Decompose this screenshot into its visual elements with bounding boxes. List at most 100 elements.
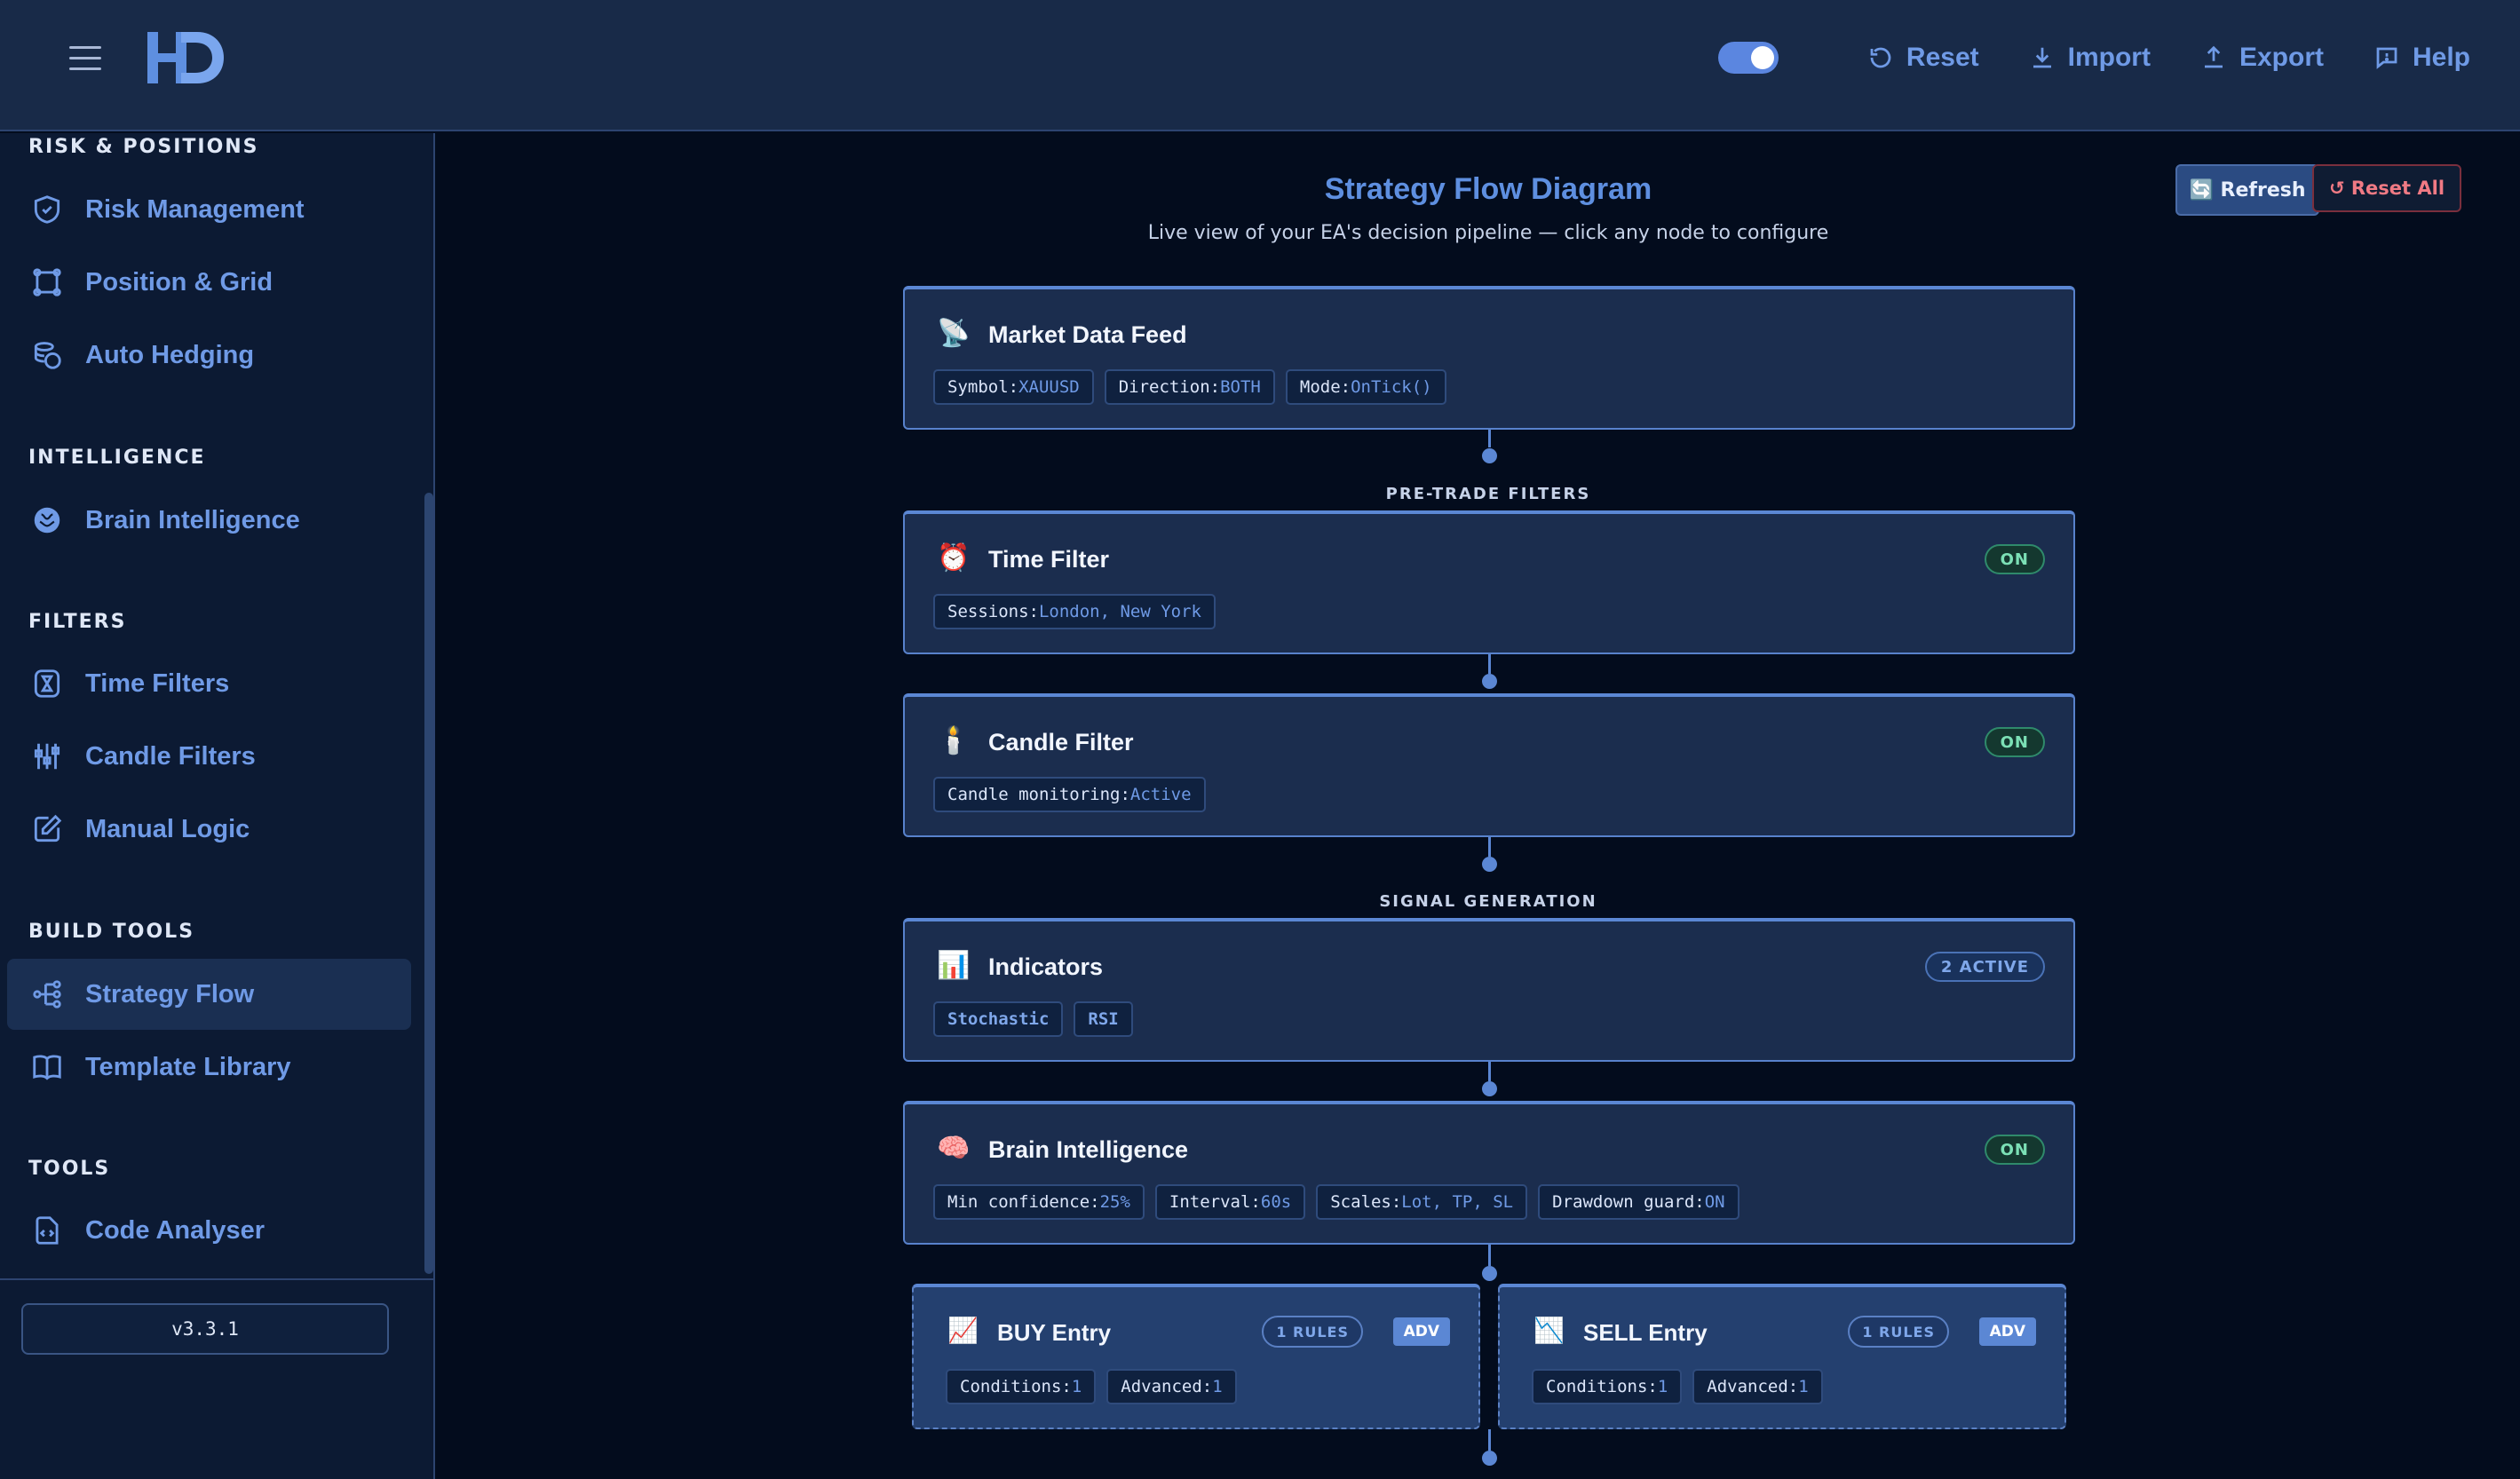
help-icon xyxy=(2376,47,2397,69)
chart-down-icon: 📉 xyxy=(1533,1316,1565,1345)
connector-dot xyxy=(1482,857,1497,872)
sidebar: RISK & POSITIONS Risk Management Positio… xyxy=(0,133,435,1479)
help-button[interactable]: Help xyxy=(2373,43,2470,73)
coins-icon xyxy=(34,342,61,369)
bar-chart-icon: 📊 xyxy=(937,950,971,981)
satellite-icon: 📡 xyxy=(937,318,971,349)
chip-indicator: Stochastic xyxy=(933,1001,1064,1037)
flow-icon xyxy=(33,980,61,1008)
sidebar-label: Manual Logic xyxy=(85,814,250,843)
sidebar-label: Time Filters xyxy=(85,668,230,698)
node-title: Brain Intelligence xyxy=(988,1136,1189,1163)
import-label: Import xyxy=(2067,43,2151,72)
version-label: v3.3.1 xyxy=(21,1303,389,1355)
connector xyxy=(1488,1245,1491,1266)
sidebar-item-position-grid[interactable]: Position & Grid xyxy=(7,247,411,318)
connector xyxy=(1488,430,1491,447)
section-filters: FILTERS xyxy=(28,611,127,633)
connector xyxy=(1488,837,1491,857)
chip-scales: Scales: Lot, TP, SL xyxy=(1316,1184,1528,1220)
brain-icon xyxy=(34,507,60,534)
sidebar-divider xyxy=(0,1278,435,1280)
node-time-filter[interactable]: ⏰ Time Filter ON Sessions: London, New Y… xyxy=(903,510,2075,654)
count-badge: 2 ACTIVE xyxy=(1924,952,2045,982)
page-subtitle: Live view of your EA's decision pipeline… xyxy=(1147,222,1829,244)
connector xyxy=(1488,1062,1491,1081)
node-title: Indicators xyxy=(988,953,1104,980)
sidebar-label: Template Library xyxy=(85,1052,291,1081)
sidebar-item-code-analyser[interactable]: Code Analyser xyxy=(7,1195,411,1266)
chart-up-icon: 📈 xyxy=(947,1316,979,1345)
node-title: Candle Filter xyxy=(988,729,1134,755)
connector-dot xyxy=(1482,448,1497,463)
refresh-button[interactable]: 🔄 Refresh xyxy=(2175,164,2319,216)
main-content: Strategy Flow Diagram Live view of your … xyxy=(437,133,2520,1479)
stage-pre-trade-filters: PRE-TRADE FILTERS xyxy=(1385,485,1591,503)
rules-badge: 1 RULES xyxy=(1262,1316,1363,1348)
sidebar-item-auto-hedging[interactable]: Auto Hedging xyxy=(7,320,411,391)
top-bar: Reset Import Export Help xyxy=(0,0,2520,131)
chip-sessions: Sessions: London, New York xyxy=(933,594,1216,629)
sidebar-label: Candle Filters xyxy=(85,741,256,771)
chip-indicator: RSI xyxy=(1074,1001,1133,1037)
shield-icon xyxy=(34,195,60,224)
section-intelligence: INTELLIGENCE xyxy=(28,447,206,469)
chip-interval: Interval: 60s xyxy=(1154,1184,1306,1220)
status-badge: ON xyxy=(1984,727,2045,757)
import-button[interactable]: Import xyxy=(2029,43,2151,73)
sidebar-label: Position & Grid xyxy=(85,267,273,297)
node-candle-filter[interactable]: 🕯️ Candle Filter ON Candle monitoring: A… xyxy=(903,693,2075,837)
connector-dot xyxy=(1482,1266,1497,1281)
node-indicators[interactable]: 📊 Indicators 2 ACTIVE Stochastic RSI xyxy=(903,918,2075,1062)
sidebar-label: Strategy Flow xyxy=(85,979,255,1008)
node-title: SELL Entry xyxy=(1583,1319,1708,1346)
section-risk-positions: RISK & POSITIONS xyxy=(28,136,259,158)
sidebar-item-candle-filters[interactable]: Candle Filters xyxy=(7,721,411,792)
stage-signal-generation: SIGNAL GENERATION xyxy=(1379,892,1597,911)
connector xyxy=(1488,654,1491,674)
sidebar-item-strategy-flow[interactable]: Strategy Flow xyxy=(7,959,411,1030)
sidebar-item-manual-logic[interactable]: Manual Logic xyxy=(7,794,411,865)
edit-icon xyxy=(34,814,62,842)
chip-min-confidence: Min confidence: 25% xyxy=(933,1184,1145,1220)
sidebar-item-time-filters[interactable]: Time Filters xyxy=(7,648,411,719)
sidebar-item-risk-management[interactable]: Risk Management xyxy=(7,174,411,245)
chip-mode: Mode: OnTick() xyxy=(1285,369,1446,405)
reset-all-button[interactable]: ↺ Reset All xyxy=(2312,164,2461,212)
help-label: Help xyxy=(2412,43,2470,72)
sidebar-label: Brain Intelligence xyxy=(85,505,300,534)
chip-direction: Direction: BOTH xyxy=(1104,369,1275,405)
reset-button[interactable]: Reset xyxy=(1867,43,1979,73)
node-brain-intelligence[interactable]: 🧠 Brain Intelligence ON Min confidence: … xyxy=(903,1101,2075,1245)
reset-label: Reset xyxy=(1906,43,1979,72)
connector xyxy=(1488,1429,1491,1451)
theme-toggle[interactable] xyxy=(1717,42,1779,74)
node-title: Market Data Feed xyxy=(988,321,1187,348)
import-icon xyxy=(2033,47,2051,68)
sidebar-item-brain-intelligence[interactable]: Brain Intelligence xyxy=(7,485,411,556)
node-title: Time Filter xyxy=(988,546,1110,573)
node-sell-entry[interactable]: 📉 SELL Entry 1 RULES ADV Conditions: 1 A… xyxy=(1498,1284,2066,1429)
sidebar-scrollbar[interactable] xyxy=(424,493,433,1274)
rules-badge: 1 RULES xyxy=(1848,1316,1949,1348)
sidebar-label: Code Analyser xyxy=(85,1215,265,1245)
node-market-data-feed[interactable]: 📡 Market Data Feed Symbol: XAUUSD Direct… xyxy=(903,286,2075,430)
reset-icon xyxy=(1870,47,1891,68)
hourglass-icon xyxy=(34,669,60,698)
status-badge: ON xyxy=(1984,544,2045,574)
node-buy-entry[interactable]: 📈 BUY Entry 1 RULES ADV Conditions: 1 Ad… xyxy=(912,1284,1480,1429)
sidebar-label: Auto Hedging xyxy=(85,340,255,369)
export-icon xyxy=(2204,45,2223,68)
brain-icon: 🧠 xyxy=(937,1133,971,1164)
connector-dot xyxy=(1482,1451,1497,1466)
section-build-tools: BUILD TOOLS xyxy=(28,921,195,943)
hamburger-icon[interactable] xyxy=(69,46,101,71)
app-logo[interactable] xyxy=(146,28,226,87)
chip-advanced: Advanced: 1 xyxy=(1106,1369,1237,1404)
chip-candle-monitoring: Candle monitoring: Active xyxy=(933,777,1206,812)
sidebar-item-template-library[interactable]: Template Library xyxy=(7,1032,411,1103)
code-file-icon xyxy=(36,1216,59,1245)
export-button[interactable]: Export xyxy=(2200,43,2324,73)
alarm-clock-icon: ⏰ xyxy=(937,542,971,573)
status-badge: ON xyxy=(1984,1135,2045,1165)
